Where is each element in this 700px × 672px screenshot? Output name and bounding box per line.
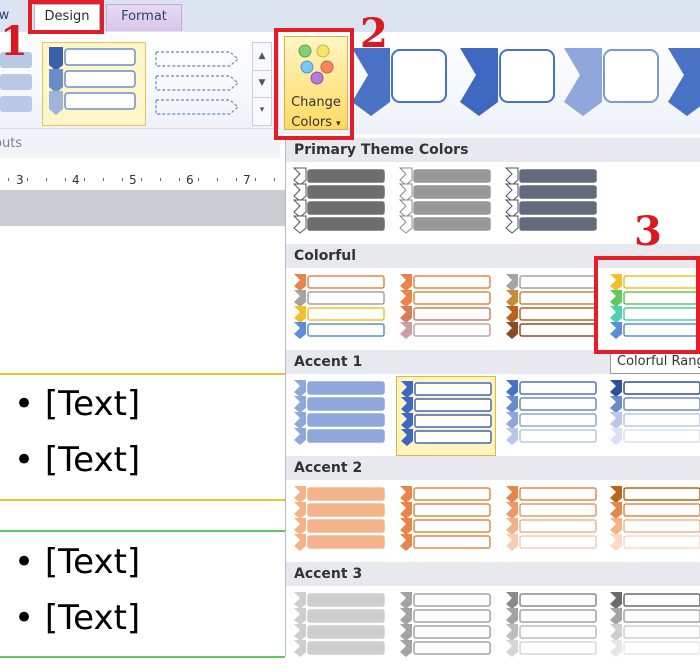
more-icon[interactable]: ▾ [253,97,271,124]
color-swatch[interactable] [396,270,496,350]
dashed-arrow-list-icon [155,51,240,115]
document-gutter [0,190,285,226]
chevron-list-icon [294,486,385,551]
color-swatch[interactable] [290,270,390,350]
bullet-text: [Text] [44,384,141,424]
scroll-up-icon[interactable]: ▲ [253,43,271,71]
color-swatch[interactable] [502,164,602,244]
chevron-list-icon [294,274,385,339]
chevron-list-icon [398,167,491,234]
bullet-item[interactable]: • [Text] [14,440,140,480]
vertical-chevron-list-icon [49,47,136,115]
section-accent-2: Accent 2 [286,456,700,480]
ruler-tick: 5 [129,173,137,187]
tab-format[interactable]: Format [106,4,182,31]
chevron-list-icon [504,167,597,234]
layouts-group-label: outs [0,136,23,151]
ruler-tick: 7 [243,173,251,187]
chevron-list-icon [610,486,700,551]
layout-gallery-scroll: ▲ ▼ ▾ [252,42,272,126]
annotation-box-colorful-range [594,256,700,354]
ruler-dots [8,178,275,181]
chevron-list-icon [506,486,597,551]
chevron-list-icon [506,274,597,339]
bullet-item[interactable]: • [Text] [14,384,140,424]
chevron-list-icon [610,592,700,657]
color-swatch[interactable] [502,270,602,350]
layout-thumb-dashed[interactable] [150,42,252,124]
chevron-list-icon [506,380,597,445]
color-swatch[interactable] [606,482,700,562]
color-swatch[interactable] [502,482,602,562]
bullet-item[interactable]: • [Text] [14,598,140,638]
chevron-list-icon [400,486,491,551]
color-swatch[interactable] [396,164,496,244]
annotation-box-change-colors [274,28,354,140]
chevron-list-icon [292,167,385,234]
section-primary-theme-colors: Primary Theme Colors [286,138,700,162]
chevron-list-icon [506,592,597,657]
color-swatch[interactable] [502,376,602,456]
color-swatch[interactable] [290,588,390,668]
color-swatch[interactable] [290,376,390,456]
color-swatch[interactable] [396,482,496,562]
ruler-tick: 4 [72,173,80,187]
annotation-box-design [28,0,104,34]
color-swatch[interactable] [396,588,496,668]
chevron-list-icon [294,592,385,657]
color-swatch[interactable] [290,482,390,562]
color-swatch[interactable] [502,588,602,668]
chevron-list-icon [610,380,700,445]
scroll-down-icon[interactable]: ▼ [253,70,271,98]
ruler-tick: 6 [186,173,194,187]
bullet-text: [Text] [44,440,141,480]
chevron-list-icon [401,381,492,446]
group-label-bar [0,128,280,159]
section-accent-3: Accent 3 [286,562,700,586]
color-swatch[interactable] [606,376,700,456]
color-swatch[interactable] [606,588,700,668]
chevron-list-icon [400,592,491,657]
ruler-tick: 3 [16,173,24,187]
bullet-item[interactable]: • [Text] [14,542,140,582]
step-number-3: 3 [634,208,662,255]
color-swatch[interactable] [290,164,390,244]
chevron-list-icon [294,380,385,445]
chevron-list-icon [400,274,491,339]
step-number-2: 2 [360,10,388,57]
bullet-text: [Text] [44,598,141,638]
color-swatch[interactable] [396,376,496,456]
step-number-1: 1 [0,18,28,65]
bullet-text: [Text] [44,542,141,582]
layout-thumb-selected[interactable] [42,42,146,126]
smartart-style-previews[interactable] [352,42,700,128]
